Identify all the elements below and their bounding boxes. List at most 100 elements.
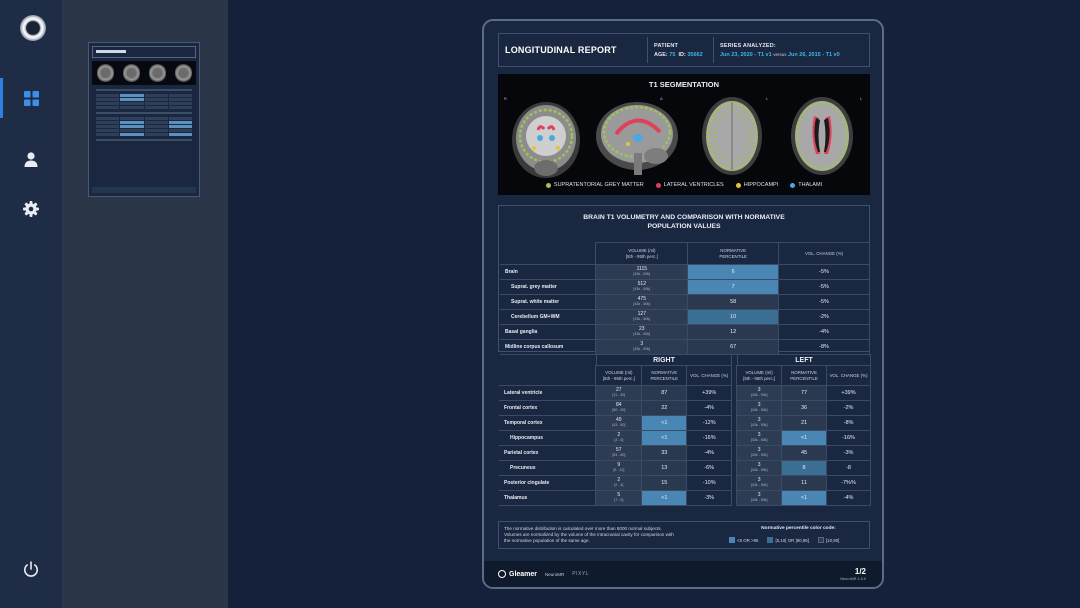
change-cell: -8% bbox=[778, 339, 870, 355]
id-label: ID: bbox=[678, 51, 686, 58]
volume-cell: 1115 [43k - 50k] bbox=[595, 264, 689, 280]
normative-note: The normative distribution is calculated… bbox=[504, 526, 674, 543]
legend-item: SUPRATENTORIAL GREY MATTER bbox=[545, 182, 644, 188]
left-percentile-cell: <1 bbox=[781, 430, 828, 446]
right-percentile-cell: 87 bbox=[641, 385, 688, 401]
volume-cell: 3 [43k - 50k] bbox=[595, 339, 689, 355]
left-change-cell: -3% bbox=[826, 445, 871, 461]
coronal-mri-image bbox=[512, 102, 580, 178]
right-volume-cell: 9 [5 - 12] bbox=[595, 460, 643, 476]
series-prior: Jun 26, 2015 - T1 v0 bbox=[788, 51, 840, 58]
structure-label: Lateral ventricle bbox=[499, 385, 596, 401]
volumetry-row: Suprat. white matter 475 [43k - 50k] 58 -5% bbox=[500, 294, 870, 310]
right-percentile-cell: <1 bbox=[641, 490, 688, 506]
left-volume-cell: 3 [43k - 50k] bbox=[736, 385, 783, 401]
hemisphere-row: Posterior cingulate 2 [2 - 4] 15 -10% 3 [43k -… bbox=[499, 475, 871, 491]
right-hemisphere-title: RIGHT bbox=[596, 354, 732, 365]
left-percentile-cell: 11 bbox=[781, 475, 828, 491]
right-change-cell: +39% bbox=[686, 385, 733, 401]
report-document: LONGITUDINAL REPORT PATIENT AGE: 75 ID: … bbox=[482, 19, 884, 589]
color-code-item: [5,10[ OR ]90,95] bbox=[767, 537, 809, 543]
version-label: NeuroMR 1.0.0 bbox=[840, 577, 866, 581]
change-cell: -5% bbox=[778, 279, 870, 295]
hemisphere-row: Lateral ventricle 27 [11 - 30] 87 +39% 3 [43k … bbox=[499, 385, 871, 401]
col-volume: VOLUME (ml) [5th - 95th perc.] bbox=[595, 242, 689, 265]
structure-label: Hippocampus bbox=[499, 430, 596, 446]
left-hemisphere-title: LEFT bbox=[737, 354, 871, 365]
right-volume-cell: 2 [3 - 5] bbox=[595, 430, 643, 446]
app-logo bbox=[20, 15, 46, 41]
power-button[interactable] bbox=[0, 549, 62, 589]
left-change-cell: -16% bbox=[826, 430, 871, 446]
nav-user-button[interactable] bbox=[0, 139, 62, 179]
color-code-legend: <5 OR >95 [5,10[ OR ]90,95] [10,90] bbox=[729, 537, 839, 543]
structure-label: Suprat. grey matter bbox=[500, 279, 596, 295]
right-change-cell: -16% bbox=[686, 430, 733, 446]
hemisphere-row: Precuneus 9 [5 - 12] 13 -6% 3 [43k - 50k] 8 -8 bbox=[499, 460, 871, 476]
structure-label: Basal ganglia bbox=[500, 324, 596, 340]
structure-label: Frontal cortex bbox=[499, 400, 596, 416]
legend-swatch bbox=[735, 182, 741, 188]
structure-label: Cerebellum GM+WM bbox=[500, 309, 596, 325]
legend-item: HIPPOCAMPI bbox=[735, 182, 778, 188]
volume-cell: 475 [43k - 50k] bbox=[595, 294, 689, 310]
right-change-cell: -3% bbox=[686, 490, 733, 506]
right-col-percentile: NORMATIVE PERCENTILE bbox=[641, 365, 688, 386]
sagittal-mri-image bbox=[596, 102, 678, 175]
left-col-percentile: NORMATIVE PERCENTILE bbox=[781, 365, 828, 386]
color-code-item: <5 OR >95 bbox=[729, 537, 758, 543]
user-icon bbox=[24, 151, 38, 167]
page-thumbnail[interactable] bbox=[88, 42, 200, 197]
legend-swatch bbox=[545, 182, 551, 188]
left-volume-cell: 3 [43k - 50k] bbox=[736, 400, 783, 416]
right-col-change: VOL. CHANGE (%) bbox=[686, 365, 733, 386]
nav-dashboard-button[interactable] bbox=[0, 78, 62, 118]
left-volume-cell: 3 [43k - 50k] bbox=[736, 475, 783, 491]
legend-item: THALAMI bbox=[790, 182, 822, 188]
volume-cell: 512 [43k - 50k] bbox=[595, 279, 689, 295]
report-notes: The normative distribution is calculated… bbox=[498, 521, 870, 549]
hemisphere-row: Hippocampus 2 [3 - 5] <1 -16% 3 [43k - 50k] <1-… bbox=[499, 430, 871, 446]
brand-logo: Gleamer bbox=[498, 570, 537, 578]
left-percentile-cell: <1 bbox=[781, 490, 828, 506]
color-code-title: Normative percentile color code: bbox=[761, 526, 836, 531]
legend-swatch bbox=[790, 182, 796, 188]
left-percentile-cell: 45 bbox=[781, 445, 828, 461]
patient-label: PATIENT bbox=[654, 42, 679, 49]
series-info: SERIES ANALYZED: Jun 23, 2020 - T1 v1 ve… bbox=[713, 37, 869, 63]
structure-label: Brain bbox=[500, 264, 596, 280]
percentile-cell: 12 bbox=[687, 324, 780, 340]
right-col-volume: VOLUME (ml) [5th - 95th perc.] bbox=[595, 365, 643, 386]
left-volume-cell: 3 [43k - 50k] bbox=[736, 490, 783, 506]
volume-cell: 127 [43k - 50k] bbox=[595, 309, 689, 325]
patient-id: 35662 bbox=[687, 51, 703, 58]
color-code-swatch bbox=[729, 537, 735, 543]
col-change: VOL. CHANGE (%) bbox=[778, 242, 870, 265]
right-volume-cell: 49 [43 - 50] bbox=[595, 415, 643, 431]
segmentation-legend: SUPRATENTORIAL GREY MATTER LATERAL VENTR… bbox=[498, 182, 870, 188]
left-percentile-cell: 36 bbox=[781, 400, 828, 416]
structure-label: Parietal cortex bbox=[499, 445, 596, 461]
left-change-cell: -8% bbox=[826, 415, 871, 431]
right-percentile-cell: 13 bbox=[641, 460, 688, 476]
report-header: LONGITUDINAL REPORT PATIENT AGE: 75 ID: … bbox=[498, 33, 870, 67]
nav-settings-button[interactable] bbox=[0, 189, 62, 229]
right-volume-cell: 27 [11 - 30] bbox=[595, 385, 643, 401]
page-number: 1/2 bbox=[854, 567, 866, 576]
brand-circle-icon bbox=[498, 570, 506, 578]
percentile-cell: 6 bbox=[687, 264, 780, 280]
legend-item: LATERAL VENTRICLES bbox=[655, 182, 724, 188]
left-volume-cell: 3 [43k - 50k] bbox=[736, 460, 783, 476]
color-code-item: [10,90] bbox=[817, 537, 839, 543]
volumetry-section: BRAIN T1 VOLUMETRY AND COMPARISON WITH N… bbox=[498, 205, 870, 355]
percentile-cell: 7 bbox=[687, 279, 780, 295]
orientation-label: R bbox=[504, 96, 507, 101]
structure-label: Precuneus bbox=[499, 460, 596, 476]
volumetry-row: Midline corpus callosum 3 [43k - 50k] 67 -8% bbox=[500, 339, 870, 355]
report-footer: Gleamer NeuroMR PIXYL 1/2 NeuroMR 1.0.0 bbox=[484, 561, 882, 587]
left-col-volume: VOLUME (ml) [5th - 95th perc.] bbox=[736, 365, 783, 386]
page-thumbnails-panel bbox=[62, 0, 228, 608]
right-percentile-cell: 15 bbox=[641, 475, 688, 491]
hemisphere-row: Parietal cortex 57 [53 - 60] 33 -4% 3 [43k - 5… bbox=[499, 445, 871, 461]
power-icon bbox=[24, 560, 38, 577]
